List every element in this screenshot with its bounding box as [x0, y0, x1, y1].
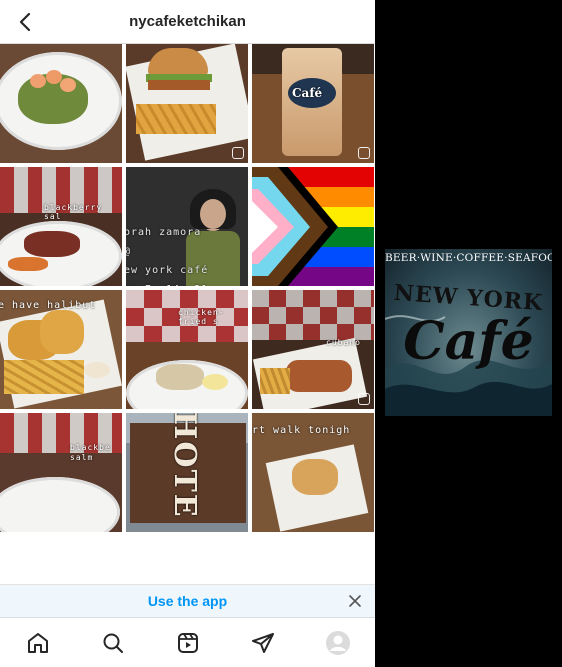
home-tab[interactable]	[25, 630, 51, 656]
top-bar: nycafeketchikan	[0, 0, 375, 44]
post-caption: chicken-fried s	[178, 308, 225, 326]
use-app-banner: Use the app	[0, 584, 375, 617]
send-icon	[251, 632, 274, 653]
post-tile[interactable]	[126, 44, 248, 163]
reel-icon	[358, 393, 370, 405]
post-caption: e have halibut	[0, 300, 97, 311]
reel-icon	[358, 147, 370, 159]
reels-tab[interactable]	[175, 630, 201, 656]
post-tile[interactable]	[252, 167, 374, 286]
reels-icon	[177, 632, 198, 653]
post-caption: Café	[292, 86, 323, 100]
bottom-nav	[0, 617, 375, 667]
post-tile[interactable]: rt walk tonigh	[252, 413, 374, 532]
post-tile[interactable]: blackberry sal	[0, 167, 122, 286]
post-caption: blackberry sal	[44, 203, 103, 221]
post-tile[interactable]	[0, 44, 122, 163]
messages-tab[interactable]	[250, 630, 276, 656]
post-tile[interactable]: e have halibut	[0, 290, 122, 409]
instagram-profile-screen: nycafeketchikan Café blackberry sal orah…	[0, 0, 375, 667]
post-caption: rt walk tonigh	[252, 425, 351, 436]
search-tab[interactable]	[100, 630, 126, 656]
search-icon	[103, 633, 123, 653]
profile-avatar	[325, 630, 350, 655]
post-tile[interactable]: Café	[252, 44, 374, 163]
home-icon	[27, 632, 48, 653]
post-tile[interactable]: chicken-fried s	[126, 290, 248, 409]
close-icon[interactable]	[347, 593, 363, 609]
pride-flag-icon	[252, 167, 374, 286]
post-tile[interactable]: blackbe salm	[0, 413, 122, 532]
post-caption: cubano	[326, 338, 361, 347]
post-tile[interactable]: HOTE	[126, 413, 248, 532]
post-tile[interactable]: cubano	[252, 290, 374, 409]
posts-grid: Café blackberry sal orah zamora @ ew yor…	[0, 44, 375, 584]
post-caption: HOTE	[167, 413, 202, 519]
use-the-app-link[interactable]: Use the app	[0, 593, 375, 609]
reel-icon	[232, 147, 244, 159]
cafe-logo-image: BEER·WINE·COFFEE·SEAFOOD NEW YORK Café	[385, 249, 552, 416]
post-caption: orah zamora @ ew york café ne 7, 14, 21	[126, 227, 209, 286]
post-tile[interactable]: orah zamora @ ew york café ne 7, 14, 21	[126, 167, 248, 286]
profile-handle: nycafeketchikan	[129, 13, 246, 30]
profile-tab[interactable]	[325, 630, 351, 656]
logo-cafe: Café	[403, 311, 534, 372]
post-caption: blackbe salm	[70, 443, 111, 462]
